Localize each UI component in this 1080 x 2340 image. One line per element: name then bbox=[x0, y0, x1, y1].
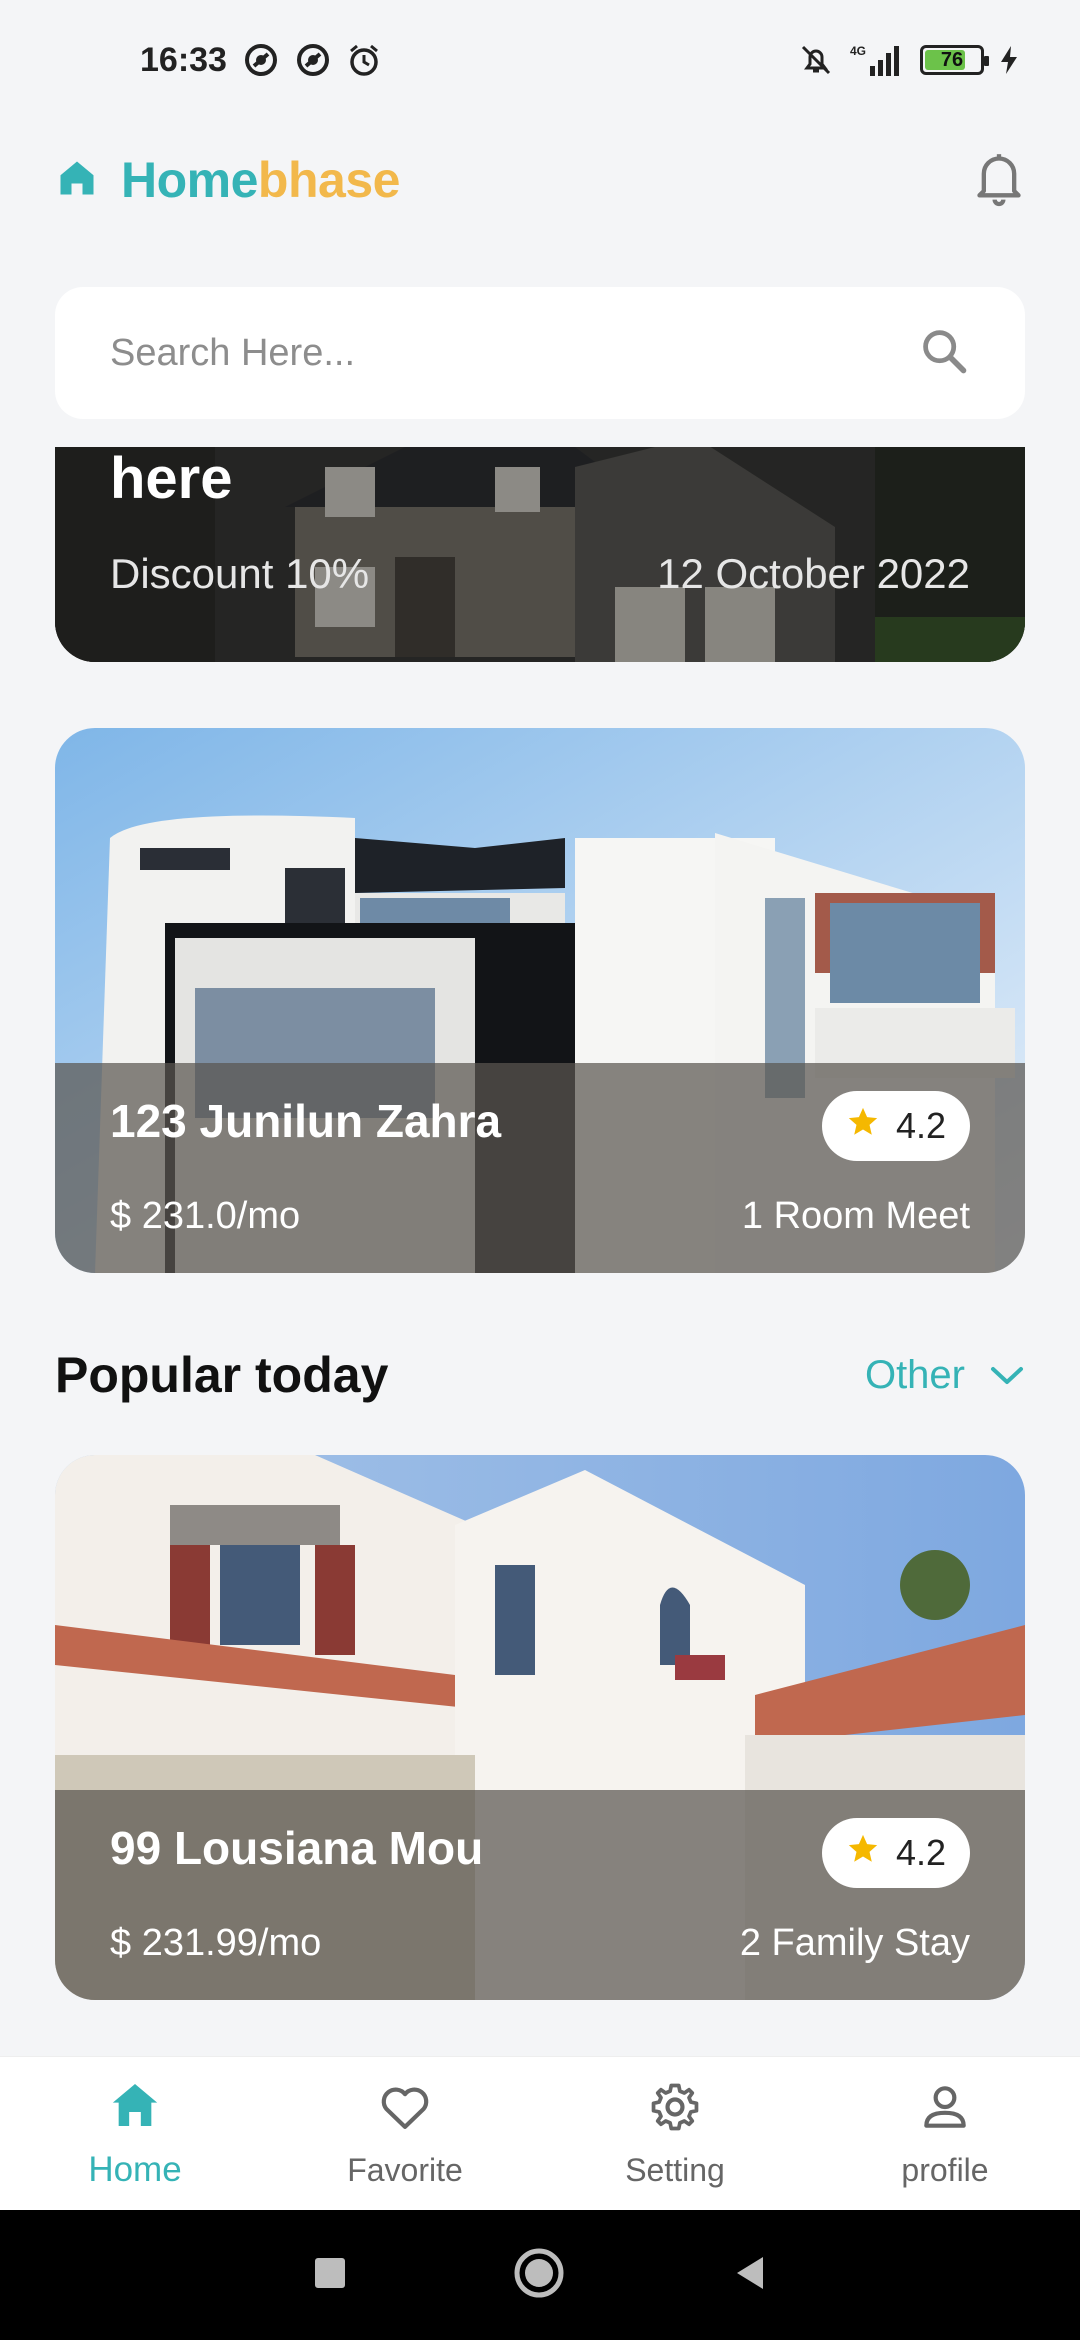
promo-title: here bbox=[110, 447, 233, 511]
status-bar: 16:33 4G 76 bbox=[0, 0, 1080, 120]
vpn-icon bbox=[295, 42, 331, 78]
nav-label-home: Home bbox=[88, 2150, 182, 2189]
property-price: $ 231.0/mo bbox=[110, 1195, 301, 1237]
rating-value: 4.2 bbox=[895, 1105, 946, 1146]
bell-icon[interactable] bbox=[973, 149, 1025, 212]
network-type-label: 4G bbox=[850, 44, 866, 58]
charging-icon bbox=[998, 44, 1020, 76]
nav-item-favorite[interactable]: Favorite bbox=[290, 2079, 520, 2189]
rating-value: 4.2 bbox=[895, 1832, 946, 1873]
section-title: Popular today bbox=[55, 1347, 389, 1403]
property-meta: 2 Family Stay bbox=[739, 1922, 970, 1964]
nav-label-profile: profile bbox=[901, 2151, 989, 2188]
property-price: $ 231.99/mo bbox=[110, 1922, 322, 1964]
home-icon bbox=[55, 156, 99, 205]
alarm-icon bbox=[347, 43, 381, 77]
nav-item-setting[interactable]: Setting bbox=[560, 2079, 790, 2189]
vpn-icon bbox=[243, 42, 279, 78]
brand-name-part1: Home bbox=[121, 152, 258, 208]
search-icon[interactable] bbox=[918, 325, 970, 382]
nav-label-favorite: Favorite bbox=[347, 2151, 463, 2188]
status-left: 16:33 bbox=[140, 41, 381, 80]
home-button[interactable] bbox=[513, 2247, 565, 2304]
user-icon bbox=[915, 2079, 975, 2140]
search-box bbox=[55, 287, 1025, 419]
search-input[interactable] bbox=[110, 331, 890, 375]
status-right: 4G 76 bbox=[798, 42, 1020, 78]
gear-icon bbox=[645, 2079, 705, 2140]
nav-item-home[interactable]: Home bbox=[20, 2077, 250, 2190]
property-title: 99 Lousiana Mou bbox=[110, 1822, 484, 1874]
bottom-nav: Home Favorite Setting profile bbox=[0, 2056, 1080, 2210]
property-title: 123 Junilun Zahra bbox=[110, 1095, 502, 1147]
home-icon bbox=[105, 2077, 165, 2138]
brand: Homebhase bbox=[55, 151, 400, 209]
promo-discount: Discount 10% bbox=[110, 550, 370, 597]
heart-icon bbox=[375, 2079, 435, 2140]
rating-badge: 4.2 bbox=[821, 1818, 970, 1888]
app-header: Homebhase bbox=[55, 140, 1025, 220]
promo-banner[interactable]: here Discount 10% 12 October 2022 bbox=[55, 447, 1025, 662]
star-icon bbox=[846, 1832, 880, 1875]
mute-icon bbox=[798, 42, 834, 78]
promo-date: 12 October 2022 bbox=[657, 550, 970, 597]
filter-dropdown[interactable]: Other bbox=[865, 1353, 1025, 1398]
property-card[interactable]: 123 Junilun Zahra 4.2 $ 231.0/mo 1 Room … bbox=[55, 728, 1025, 1273]
brand-name-part2: bhase bbox=[257, 152, 401, 208]
rating-badge: 4.2 bbox=[821, 1091, 970, 1161]
property-card-popular[interactable]: 99 Lousiana Mou 4.2 $ 231.99/mo 2 Family… bbox=[55, 1455, 1025, 2000]
nav-label-setting: Setting bbox=[625, 2151, 725, 2188]
signal-icon: 4G bbox=[848, 42, 906, 78]
chevron-down-icon bbox=[989, 1353, 1025, 1398]
filter-label: Other bbox=[864, 1352, 965, 1397]
battery-icon: 76 bbox=[920, 45, 989, 75]
nav-item-profile[interactable]: profile bbox=[830, 2079, 1060, 2189]
status-time: 16:33 bbox=[140, 40, 227, 79]
property-meta: 1 Room Meet bbox=[741, 1195, 970, 1237]
system-nav-bar bbox=[0, 2210, 1080, 2340]
recents-button[interactable] bbox=[313, 2256, 347, 2295]
brand-name: Homebhase bbox=[121, 151, 400, 209]
battery-level: 76 bbox=[940, 48, 964, 71]
back-button[interactable] bbox=[731, 2253, 767, 2298]
star-icon bbox=[846, 1105, 880, 1148]
popular-section-header: Popular today Other bbox=[55, 1340, 1025, 1410]
